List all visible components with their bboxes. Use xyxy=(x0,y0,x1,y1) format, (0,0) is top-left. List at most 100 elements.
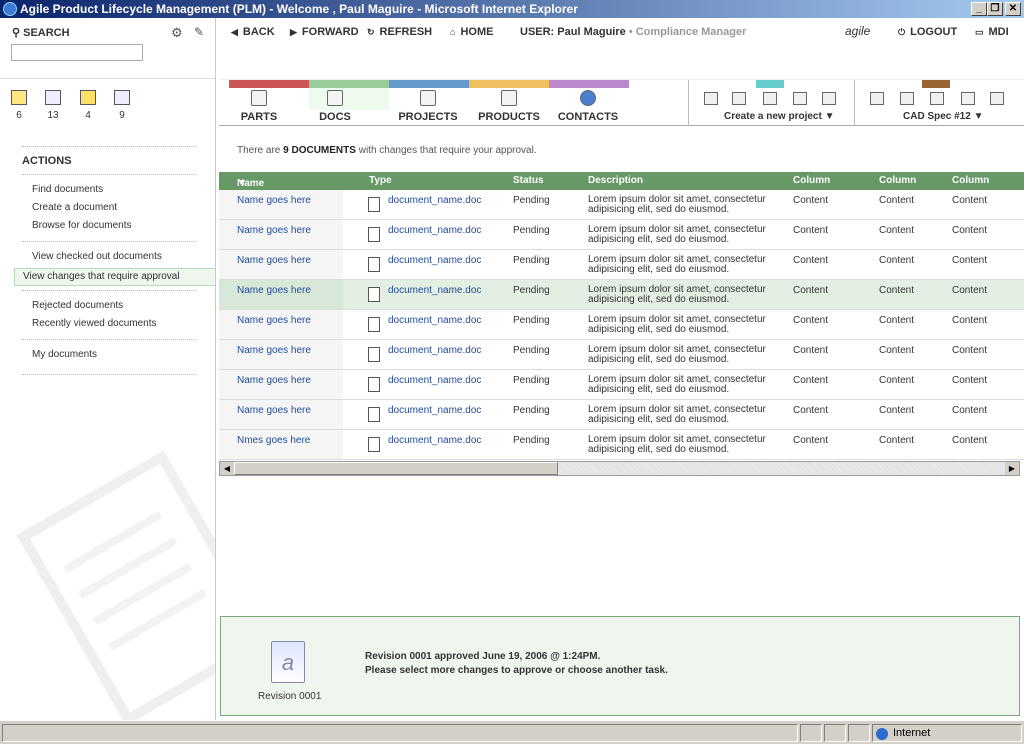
content-cell: Content xyxy=(793,225,829,236)
tab-docs[interactable]: DOCS xyxy=(295,90,375,123)
home-button[interactable]: ⌂ HOME xyxy=(450,26,493,38)
table-row[interactable]: Name goes here document_name.doc Pending Lo… xyxy=(219,250,1024,280)
document-name-link[interactable]: Nmes goes here xyxy=(237,435,310,446)
agile-logo: agile xyxy=(845,24,871,38)
folder-open-icon[interactable] xyxy=(763,92,777,105)
scroll-left-icon[interactable]: ◀ xyxy=(220,462,234,475)
status-panel xyxy=(800,724,822,742)
cube-icon[interactable] xyxy=(822,92,836,105)
cube-icon[interactable] xyxy=(732,92,746,105)
table-row[interactable]: Name goes here document_name.doc Pending Lo… xyxy=(219,370,1024,400)
document-name-link[interactable]: Name goes here xyxy=(237,375,311,386)
content-cell: Content xyxy=(952,195,988,206)
document-name-link[interactable]: Name goes here xyxy=(237,255,311,266)
changes-requiring-approval-link[interactable]: View changes that require approval xyxy=(14,268,215,286)
table-row[interactable]: Name goes here document_name.doc Pending Lo… xyxy=(219,190,1024,220)
create-project-dropdown[interactable]: Create a new project ▼ xyxy=(724,111,835,122)
recently-viewed-documents-link[interactable]: Recently viewed documents xyxy=(32,317,196,335)
document-type-link[interactable]: document_name.doc xyxy=(388,285,481,296)
table-row[interactable]: Name goes here document_name.doc Pending Lo… xyxy=(219,340,1024,370)
table-row[interactable]: Nmes goes here document_name.doc Pending Lo… xyxy=(219,430,1024,460)
quick-item-tasks[interactable]: 9 xyxy=(110,90,134,121)
document-name-link[interactable]: Name goes here xyxy=(237,195,311,206)
divider xyxy=(0,78,215,79)
table-row[interactable]: Name goes here document_name.doc Pending Lo… xyxy=(219,280,1024,310)
logout-button[interactable]: ⏻ LOGOUT xyxy=(898,26,957,38)
column-header-type[interactable]: Type xyxy=(369,175,392,186)
my-documents-link[interactable]: My documents xyxy=(32,348,196,366)
document-type-link[interactable]: document_name.doc xyxy=(388,195,481,206)
pin-icon[interactable]: ✎ xyxy=(194,25,204,39)
content-cell: Content xyxy=(952,285,988,296)
status-text-panel xyxy=(2,724,798,742)
content-cell: Content xyxy=(879,375,915,386)
restore-button[interactable]: ❐ xyxy=(987,2,1003,16)
tab-projects[interactable]: PROJECTS xyxy=(388,90,468,123)
scroll-track[interactable] xyxy=(558,462,1006,475)
document-name-link[interactable]: Name goes here xyxy=(237,345,311,356)
cad-spec-dropdown[interactable]: CAD Spec #12 ▼ xyxy=(903,111,984,122)
checked-out-documents-link[interactable]: View checked out documents xyxy=(32,250,196,268)
divider xyxy=(688,80,689,126)
scroll-right-icon[interactable]: ▶ xyxy=(1005,462,1019,475)
search-icon: ⚲ xyxy=(12,27,21,39)
document-watermark-icon xyxy=(16,450,215,720)
clipboard-icon[interactable] xyxy=(961,92,975,105)
description-cell: Lorem ipsum dolor sit amet, consectetur … xyxy=(588,404,766,425)
tab-contacts[interactable]: CONTACTS xyxy=(548,90,628,123)
search-input[interactable] xyxy=(11,44,143,61)
drive-icon[interactable] xyxy=(990,92,1004,105)
document-icon xyxy=(368,317,380,332)
column-header-column[interactable]: Column xyxy=(952,175,989,186)
create-document-link[interactable]: Create a document xyxy=(32,201,196,219)
document-type-link[interactable]: document_name.doc xyxy=(388,435,481,446)
column-header-description[interactable]: Description xyxy=(588,175,643,186)
quick-item-mail[interactable]: 13 xyxy=(41,90,65,121)
tab-parts[interactable]: PARTS xyxy=(219,90,299,123)
horizontal-scrollbar[interactable]: ◀ ▶ xyxy=(219,461,1020,476)
document-icon[interactable] xyxy=(900,92,914,105)
document-type-link[interactable]: document_name.doc xyxy=(388,225,481,236)
actions-heading: ACTIONS xyxy=(22,146,196,174)
drive-icon[interactable] xyxy=(930,92,944,105)
back-button[interactable]: ◀ BACK xyxy=(231,26,275,38)
document-type-link[interactable]: document_name.doc xyxy=(388,345,481,356)
quick-item-clipboard[interactable]: 6 xyxy=(7,90,31,121)
document-type-link[interactable]: document_name.doc xyxy=(388,375,481,386)
document-name-link[interactable]: Name goes here xyxy=(237,285,311,296)
table-row[interactable]: Name goes here document_name.doc Pending Lo… xyxy=(219,310,1024,340)
content-cell: Content xyxy=(793,315,829,326)
column-header-column[interactable]: Column xyxy=(879,175,916,186)
document-type-link[interactable]: document_name.doc xyxy=(388,405,481,416)
refresh-button[interactable]: ↻ REFRESH xyxy=(367,26,432,38)
actions-panel: ACTIONS Find documents Create a document… xyxy=(14,146,215,375)
find-documents-link[interactable]: Find documents xyxy=(32,183,196,201)
chevron-down-icon: ▼ xyxy=(824,111,835,122)
column-header-column[interactable]: Column xyxy=(793,175,830,186)
document-name-link[interactable]: Name goes here xyxy=(237,315,311,326)
document-name-link[interactable]: Name goes here xyxy=(237,225,311,236)
mdi-button[interactable]: ▭ MDI xyxy=(975,26,1009,38)
status-bar: Internet xyxy=(0,720,1024,744)
quick-item-folder[interactable]: 4 xyxy=(76,90,100,121)
close-button[interactable]: ✕ xyxy=(1005,2,1021,16)
column-header-status[interactable]: Status xyxy=(513,175,544,186)
scroll-thumb[interactable] xyxy=(234,462,558,475)
cube-icon[interactable] xyxy=(793,92,807,105)
forward-button[interactable]: ▶ FORWARD xyxy=(290,26,359,38)
gear-icon[interactable]: ⚙ xyxy=(171,25,183,41)
document-icon[interactable] xyxy=(870,92,884,105)
document-type-link[interactable]: document_name.doc xyxy=(388,315,481,326)
rejected-documents-link[interactable]: Rejected documents xyxy=(32,299,196,317)
document-name-link[interactable]: Name goes here xyxy=(237,405,311,416)
folder-icon[interactable] xyxy=(704,92,718,105)
minimize-button[interactable]: _ xyxy=(971,2,987,16)
document-type-link[interactable]: document_name.doc xyxy=(388,255,481,266)
browse-documents-link[interactable]: Browse for documents xyxy=(32,219,196,237)
table-row[interactable]: Name goes here document_name.doc Pending Lo… xyxy=(219,400,1024,430)
tab-products[interactable]: PRODUCTS xyxy=(469,90,549,123)
content-cell: Content xyxy=(952,345,988,356)
table-row[interactable]: Name goes here document_name.doc Pending Lo… xyxy=(219,220,1024,250)
content-cell: Content xyxy=(793,345,829,356)
content-cell: Content xyxy=(793,435,829,446)
